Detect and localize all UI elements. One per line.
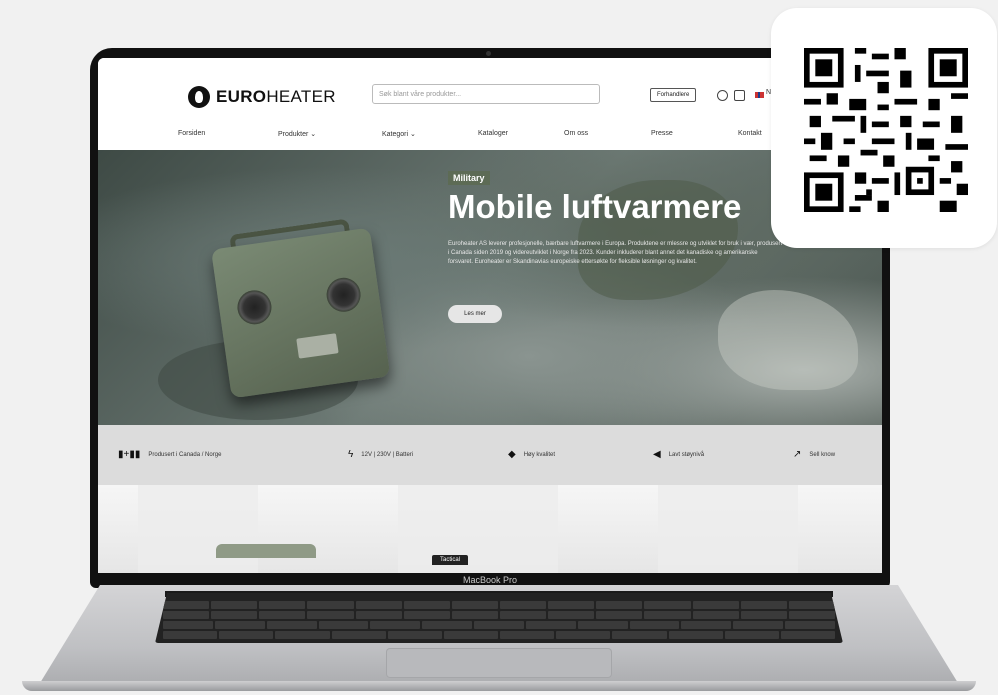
fan-icon	[324, 275, 363, 315]
cart-icon[interactable]	[734, 90, 745, 101]
nav-item-home[interactable]: Forsiden	[178, 130, 205, 137]
main-nav: Forsiden Produkter ⌄ Kategori ⌄ Kataloge…	[98, 130, 882, 150]
feature-item: ◆ Høy kvalitet	[508, 449, 556, 460]
laptop-lip	[22, 681, 976, 691]
key-row	[155, 631, 843, 639]
read-more-button[interactable]: Les mer	[448, 305, 502, 323]
fan-icon	[235, 288, 274, 327]
feature-item: ▮+▮▮ Produsert i Canada / Norge	[118, 449, 222, 460]
tab-tactical[interactable]: Tactical	[432, 555, 469, 565]
lower-section	[98, 485, 882, 573]
key-row	[155, 601, 843, 609]
qr-code-icon	[804, 48, 968, 212]
norway-flag-icon[interactable]	[755, 92, 764, 98]
product-preview	[216, 544, 316, 558]
feature-bar: ▮+▮▮ Produsert i Canada / Norge ϟ 12V | 23…	[98, 425, 882, 485]
diamond-icon: ◆	[508, 449, 516, 460]
bolt-icon: ϟ	[348, 449, 354, 460]
laptop-base	[0, 585, 998, 695]
nav-item-catalogs[interactable]: Kataloger	[478, 130, 508, 137]
website-screen: EUROHEATER Søk blant våre produkter... F…	[98, 58, 882, 573]
hero-description: Euroheater AS leverer profesjonelle, bær…	[448, 241, 783, 265]
hero-tag: Military	[448, 171, 490, 185]
camo-pattern	[718, 290, 858, 390]
speaker-icon: ◀	[653, 449, 661, 460]
site-header: EUROHEATER Søk blant våre produkter... F…	[98, 58, 882, 118]
background-figure	[138, 485, 258, 573]
brand-plate	[296, 333, 339, 359]
tool-icon: ↗	[793, 449, 802, 460]
webcam	[486, 51, 491, 56]
key-row	[155, 611, 843, 619]
nav-item-category[interactable]: Kategori ⌄	[382, 130, 416, 138]
nav-item-contact[interactable]: Kontakt	[738, 130, 762, 137]
flags-icon: ▮+▮▮	[118, 449, 141, 460]
flame-logo-icon	[188, 86, 210, 108]
nav-item-products[interactable]: Produkter ⌄	[278, 130, 316, 138]
background-figure	[658, 485, 798, 573]
feature-item: ϟ 12V | 230V | Batteri	[348, 449, 414, 460]
dealer-button[interactable]: Forhandlere	[650, 88, 697, 102]
globe-icon[interactable]	[717, 90, 728, 101]
hero-title: Mobile luftvarmere	[448, 188, 742, 225]
site-logo[interactable]: EUROHEATER	[188, 86, 336, 108]
logo-wordmark: EUROHEATER	[216, 87, 336, 106]
laptop: EUROHEATER Søk blant våre produkter... F…	[90, 48, 890, 588]
feature-item: ↗ Sell know	[793, 449, 836, 460]
heater-case	[211, 227, 391, 399]
key-row	[155, 621, 843, 629]
keyboard	[155, 593, 843, 643]
background-figure	[398, 485, 558, 573]
trackpad	[386, 648, 612, 678]
nav-item-press[interactable]: Presse	[651, 130, 673, 137]
heater-product-image	[198, 206, 401, 409]
search-input[interactable]: Søk blant våre produkter...	[372, 84, 600, 104]
screen-bezel: EUROHEATER Søk blant våre produkter... F…	[90, 48, 890, 588]
nav-item-about[interactable]: Om oss	[564, 130, 588, 137]
feature-item: ◀ Lavt støynivå	[653, 449, 705, 460]
qr-card	[771, 8, 997, 248]
